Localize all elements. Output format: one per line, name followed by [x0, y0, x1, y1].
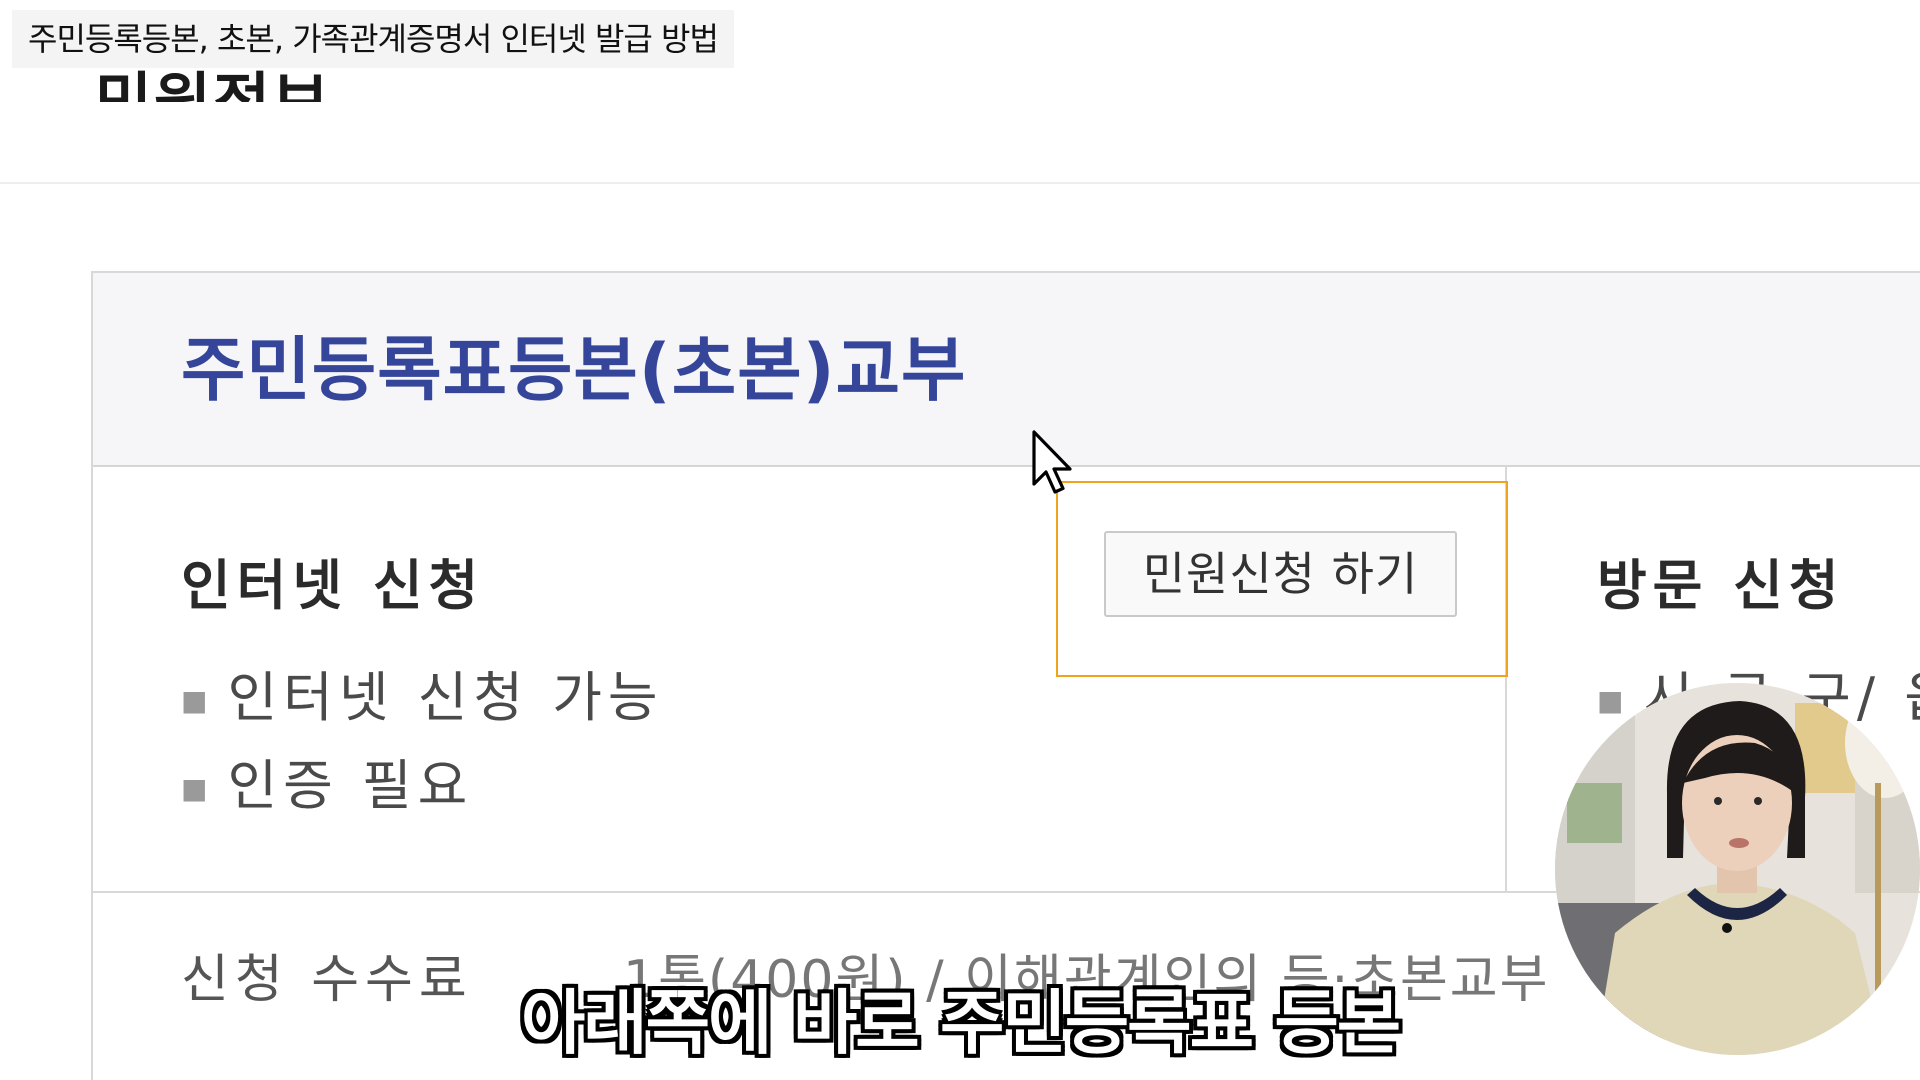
- internet-bullet-item: ■ 인터넷 신청 가능: [181, 663, 664, 736]
- screen: 주민등록등본, 초본, 가족관계증명서 인터넷 발급 방법 민원정보 주민등록표…: [0, 0, 1920, 1080]
- mouse-pointer-icon: [1032, 430, 1072, 494]
- video-title: 주민등록등본, 초본, 가족관계증명서 인터넷 발급 방법: [12, 10, 734, 68]
- header-divider: [0, 182, 1920, 184]
- apply-online-button[interactable]: 민원신청 하기: [1104, 531, 1457, 617]
- bullet-dot-icon: ■: [181, 772, 214, 806]
- service-panel-header: 주민등록표등본(초본)교부: [93, 273, 1920, 467]
- internet-bullet-text: 인터넷 신청 가능: [227, 666, 664, 729]
- bullet-dot-icon: ■: [181, 684, 214, 718]
- video-subtitle: 아래쪽에 바로 주민등록표 등본: [520, 982, 1401, 1064]
- service-title: 주민등록표등본(초본)교부: [181, 329, 967, 411]
- visit-apply-heading: 방문 신청: [1597, 554, 1845, 617]
- internet-bullet-item: ■ 인증 필요: [181, 751, 473, 824]
- internet-bullet-text: 인증 필요: [227, 754, 474, 817]
- internet-apply-heading: 인터넷 신청: [181, 554, 485, 617]
